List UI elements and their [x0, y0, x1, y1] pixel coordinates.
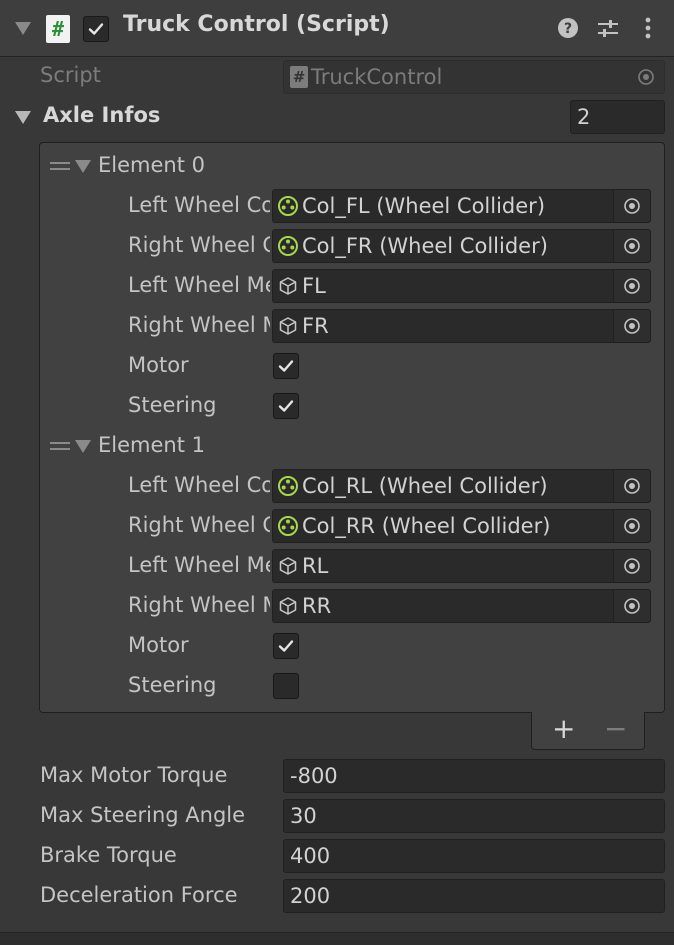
drag-handle-icon[interactable] [50, 162, 70, 170]
script-file-icon: # [290, 66, 308, 88]
axle-infos-list [39, 142, 665, 713]
object-picker-icon [624, 598, 640, 614]
max-motor-torque-label: Max Motor Torque [40, 763, 228, 787]
right-wheel-mesh-value: FR [302, 314, 329, 338]
remove-element-button[interactable]: − [604, 712, 627, 746]
brake-torque-label: Brake Torque [40, 843, 177, 867]
gameobject-cube-icon [279, 557, 297, 575]
object-picker-icon [624, 518, 640, 534]
object-picker-button[interactable] [613, 470, 650, 502]
object-picker-icon [624, 478, 640, 494]
left-wheel-collider-value: Col_FL (Wheel Collider) [302, 194, 546, 218]
right-wheel-collider-field[interactable]: Col_FR (Wheel Collider) [272, 229, 651, 263]
right-wheel-collider-label: Right Wheel Collider [128, 233, 270, 257]
object-picker-icon [624, 198, 640, 214]
motor-label: Motor [128, 633, 189, 657]
right-wheel-collider-label: Right Wheel Collider [128, 513, 270, 537]
component-header[interactable]: # Truck Control (Script) ? [0, 0, 674, 57]
deceleration-force-input[interactable]: 200 [283, 879, 665, 913]
script-field[interactable]: # TruckControl [283, 60, 665, 94]
max-motor-torque-input[interactable]: -800 [283, 759, 665, 793]
foldout-arrow-icon[interactable] [15, 22, 31, 35]
add-element-button[interactable]: + [552, 712, 575, 746]
drag-handle-icon[interactable] [50, 442, 70, 450]
wheel-collider-icon [278, 196, 298, 216]
script-icon: # [46, 15, 70, 43]
wheel-collider-icon [278, 236, 298, 256]
list-footer: + − [531, 712, 645, 750]
axle-infos-foldout-icon[interactable] [15, 111, 31, 124]
left-wheel-collider-label: Left Wheel Collider [128, 473, 270, 497]
script-picker [628, 61, 664, 93]
left-wheel-collider-value: Col_RL (Wheel Collider) [302, 474, 548, 498]
object-picker-icon [624, 278, 640, 294]
steering-checkbox[interactable] [273, 393, 299, 419]
gameobject-cube-icon [279, 597, 297, 615]
steering-label: Steering [128, 673, 217, 697]
object-picker-button[interactable] [613, 550, 650, 582]
object-picker-button[interactable] [613, 590, 650, 622]
element-0-label[interactable]: Element 0 [98, 153, 205, 177]
component-title: Truck Control (Script) [123, 12, 390, 37]
checkmark-icon [88, 23, 104, 35]
right-wheel-mesh-value: RR [302, 594, 332, 618]
component-enabled-checkbox[interactable] [83, 16, 109, 42]
object-picker-icon [624, 318, 640, 334]
right-wheel-mesh-label: Right Wheel Mesh [128, 313, 270, 337]
right-wheel-collider-field[interactable]: Col_RR (Wheel Collider) [272, 509, 651, 543]
object-picker-icon [638, 69, 654, 85]
wheel-collider-icon [278, 516, 298, 536]
element-1-foldout-icon[interactable] [75, 440, 91, 453]
preset-icon[interactable] [596, 16, 620, 40]
left-wheel-mesh-label: Left Wheel Mesh [128, 553, 270, 577]
gameobject-cube-icon [279, 277, 297, 295]
wheel-collider-icon [278, 476, 298, 496]
inspector-bottom-divider [0, 932, 674, 945]
element-0-foldout-icon[interactable] [75, 160, 91, 173]
object-picker-button[interactable] [613, 190, 650, 222]
deceleration-force-label: Deceleration Force [40, 883, 238, 907]
steering-label: Steering [128, 393, 217, 417]
right-wheel-collider-value: Col_FR (Wheel Collider) [302, 234, 548, 258]
left-wheel-collider-field[interactable]: Col_FL (Wheel Collider) [272, 189, 651, 223]
left-wheel-mesh-value: RL [302, 554, 329, 578]
motor-checkbox[interactable] [273, 633, 299, 659]
script-value: TruckControl [311, 65, 443, 89]
object-picker-button[interactable] [613, 270, 650, 302]
object-picker-button[interactable] [613, 230, 650, 262]
object-picker-button[interactable] [613, 510, 650, 542]
checkmark-icon [278, 400, 294, 412]
gameobject-cube-icon [279, 317, 297, 335]
max-steering-angle-input[interactable]: 30 [283, 799, 665, 833]
brake-torque-input[interactable]: 400 [283, 839, 665, 873]
checkmark-icon [278, 640, 294, 652]
axle-infos-label[interactable]: Axle Infos [43, 103, 160, 127]
steering-checkbox[interactable] [273, 673, 299, 699]
checkmark-icon [278, 360, 294, 372]
left-wheel-mesh-field[interactable]: RL [272, 549, 651, 583]
left-wheel-mesh-field[interactable]: FL [272, 269, 651, 303]
right-wheel-mesh-field[interactable]: FR [272, 309, 651, 343]
object-picker-icon [624, 558, 640, 574]
right-wheel-mesh-label: Right Wheel Mesh [128, 593, 270, 617]
object-picker-button[interactable] [613, 310, 650, 342]
left-wheel-collider-field[interactable]: Col_RL (Wheel Collider) [272, 469, 651, 503]
motor-label: Motor [128, 353, 189, 377]
left-wheel-collider-label: Left Wheel Collider [128, 193, 270, 217]
left-wheel-mesh-value: FL [302, 274, 326, 298]
more-menu-icon[interactable] [636, 16, 660, 40]
help-icon[interactable]: ? [556, 16, 580, 40]
element-1-label[interactable]: Element 1 [98, 433, 205, 457]
motor-checkbox[interactable] [273, 353, 299, 379]
svg-text:?: ? [564, 21, 572, 37]
script-label: Script [40, 63, 101, 87]
right-wheel-mesh-field[interactable]: RR [272, 589, 651, 623]
object-picker-icon [624, 238, 640, 254]
left-wheel-mesh-label: Left Wheel Mesh [128, 273, 270, 297]
max-steering-angle-label: Max Steering Angle [40, 803, 246, 827]
axle-infos-size-input[interactable]: 2 [570, 100, 665, 134]
right-wheel-collider-value: Col_RR (Wheel Collider) [302, 514, 551, 538]
